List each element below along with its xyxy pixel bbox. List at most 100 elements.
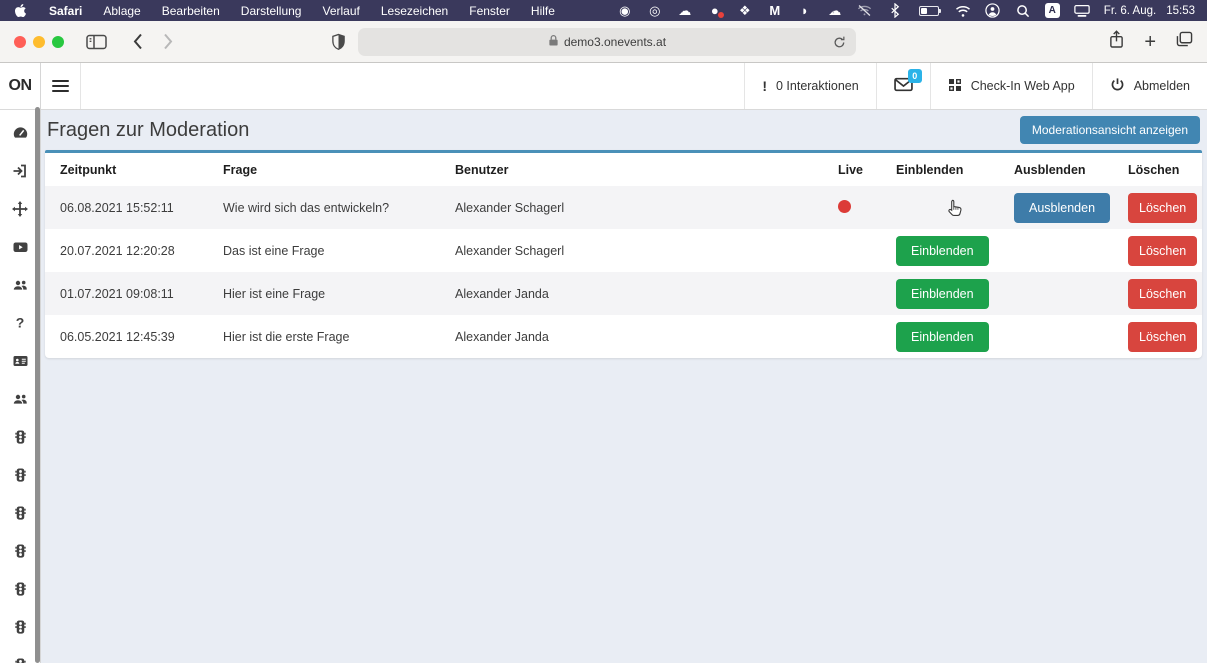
help-icon[interactable]: ? xyxy=(12,314,29,331)
loeschen-button[interactable]: Löschen xyxy=(1128,278,1198,309)
id-card-icon[interactable] xyxy=(12,352,29,369)
user-account-icon[interactable] xyxy=(985,3,1001,19)
sidebar-scrollbar[interactable] xyxy=(35,107,40,663)
power-icon xyxy=(1110,77,1125,95)
col-zeitpunkt: Zeitpunkt xyxy=(60,163,117,177)
ausblenden-button[interactable]: Ausblenden xyxy=(1014,192,1111,223)
wifi-icon[interactable] xyxy=(955,3,971,19)
apple-icon[interactable] xyxy=(12,3,28,19)
users-group-icon[interactable] xyxy=(12,390,29,407)
toolbar-right-icons: + xyxy=(1109,29,1193,54)
back-button[interactable] xyxy=(133,33,143,50)
cloud-upload-icon[interactable]: ☁ ↑ xyxy=(827,3,843,19)
sidecar-display-icon[interactable] xyxy=(1074,3,1090,19)
bluetooth-icon[interactable] xyxy=(887,3,903,19)
page-content: Fragen zur Moderation Moderationsansicht… xyxy=(41,110,1207,663)
cell-benutzer: Alexander Schagerl xyxy=(455,243,565,258)
traffic-light-icon[interactable] xyxy=(12,466,29,483)
reload-icon[interactable] xyxy=(833,35,846,52)
col-loeschen: Löschen xyxy=(1128,163,1180,177)
users-icon[interactable] xyxy=(12,276,29,293)
new-tab-icon[interactable]: + xyxy=(1144,32,1156,52)
screen-record-icon[interactable]: ◉ xyxy=(617,3,633,19)
einblenden-button[interactable]: Einblenden xyxy=(896,321,989,352)
dashboard-icon[interactable] xyxy=(12,124,29,141)
dropbox-icon[interactable]: ❖ xyxy=(737,3,753,19)
live-indicator-dot xyxy=(838,199,851,213)
interactions-label: 0 Interaktionen xyxy=(776,79,859,93)
einblenden-button[interactable]: Einblenden xyxy=(896,235,989,266)
app-logo[interactable]: ON xyxy=(0,63,40,110)
app-window: ON ? ! 0 Interaktionen 0 Check-In Web Ap… xyxy=(0,63,1207,663)
close-window-button[interactable] xyxy=(14,35,26,48)
traffic-light-icon[interactable] xyxy=(12,580,29,597)
sidebar-toggle-icon[interactable] xyxy=(86,34,107,50)
loeschen-button[interactable]: Löschen xyxy=(1128,235,1198,266)
zoom-window-button[interactable] xyxy=(52,35,64,48)
menu-darstellung[interactable]: Darstellung xyxy=(241,4,302,18)
mullvad-icon[interactable]: M xyxy=(767,3,783,19)
cell-live-empty xyxy=(830,229,888,272)
logout-label: Abmelden xyxy=(1133,79,1190,93)
app-red-badge-icon[interactable]: ● xyxy=(707,3,724,19)
loeschen-button[interactable]: Löschen xyxy=(1128,321,1198,352)
menu-lesezeichen[interactable]: Lesezeichen xyxy=(381,4,448,18)
sign-in-icon[interactable] xyxy=(12,162,29,179)
checkin-label: Check-In Web App xyxy=(970,79,1075,93)
wifi-slash-icon[interactable] xyxy=(857,3,873,19)
cell-zeitpunkt: 01.07.2021 09:08:11 xyxy=(60,286,174,301)
menu-hilfe[interactable]: Hilfe xyxy=(531,4,555,18)
spotlight-search-icon[interactable] xyxy=(1015,3,1031,19)
page-head: Fragen zur Moderation Moderationsansicht… xyxy=(45,110,1202,150)
cell-frage: Hier ist eine Frage xyxy=(223,286,326,301)
mail-item[interactable]: 0 xyxy=(875,63,930,109)
evernote-icon[interactable]: ◗ xyxy=(797,3,813,19)
activity-monitor-icon[interactable]: ◎ xyxy=(647,3,663,19)
menubar-status-area: ◉ ◎ ☁ ● ❖ M ◗ ☁ ↑ A Fr. 6. Aug. 15:53 xyxy=(617,3,1195,19)
share-icon[interactable] xyxy=(1109,29,1124,54)
col-benutzer: Benutzer xyxy=(455,163,509,177)
hamburger-icon xyxy=(52,77,69,95)
menu-safari[interactable]: Safari xyxy=(49,4,82,18)
tab-overview-icon[interactable] xyxy=(1176,31,1193,52)
traffic-light-icon[interactable] xyxy=(12,504,29,521)
moderation-view-button[interactable]: Moderationsansicht anzeigen xyxy=(1019,116,1200,144)
menu-toggle-button[interactable] xyxy=(41,63,81,109)
checkin-web-app-item[interactable]: Check-In Web App xyxy=(929,63,1092,109)
forward-button[interactable] xyxy=(163,33,173,50)
menu-verlauf[interactable]: Verlauf xyxy=(322,4,359,18)
table-row: 20.07.2021 12:20:28 Das ist eine Frage A… xyxy=(45,229,1202,272)
address-bar[interactable]: demo3.onevents.at xyxy=(358,28,856,56)
menu-fenster[interactable]: Fenster xyxy=(469,4,510,18)
url-text: demo3.onevents.at xyxy=(563,35,667,49)
traffic-light-icon[interactable] xyxy=(12,542,29,559)
minimize-window-button[interactable] xyxy=(33,35,45,48)
cell-benutzer: Alexander Schagerl xyxy=(455,200,565,215)
cell-zeitpunkt: 06.08.2021 15:52:11 xyxy=(60,200,174,215)
cell-frage: Wie wird sich das entwickeln? xyxy=(223,200,390,215)
move-arrows-icon[interactable] xyxy=(12,200,29,217)
loeschen-button[interactable]: Löschen xyxy=(1128,192,1198,223)
questions-table: Zeitpunkt Frage Benutzer Live Einblenden… xyxy=(45,153,1202,358)
input-source-icon[interactable]: A xyxy=(1044,3,1060,18)
col-live: Live xyxy=(838,163,864,177)
screen: Safari Ablage Bearbeiten Darstellung Ver… xyxy=(0,0,1207,663)
einblenden-button[interactable]: Einblenden xyxy=(896,278,989,309)
cloud-icon[interactable]: ☁ xyxy=(677,3,693,19)
video-icon[interactable] xyxy=(12,238,29,255)
traffic-light-icon[interactable] xyxy=(12,656,29,663)
menu-bearbeiten[interactable]: Bearbeiten xyxy=(162,4,220,18)
qr-grid-icon xyxy=(948,78,962,95)
menubar-clock[interactable]: Fr. 6. Aug. 15:53 xyxy=(1104,5,1195,17)
privacy-shield-icon[interactable] xyxy=(331,33,346,56)
logout-item[interactable]: Abmelden xyxy=(1091,63,1207,109)
interactions-item[interactable]: ! 0 Interaktionen xyxy=(744,63,875,109)
battery-icon[interactable] xyxy=(917,3,941,19)
traffic-light-icon[interactable] xyxy=(12,618,29,635)
menu-ablage[interactable]: Ablage xyxy=(103,4,140,18)
table-row: 06.08.2021 15:52:11 Wie wird sich das en… xyxy=(45,186,1202,229)
cell-zeitpunkt: 20.07.2021 12:20:28 xyxy=(60,243,175,258)
menubar-time: 15:53 xyxy=(1166,4,1195,17)
cell-benutzer: Alexander Janda xyxy=(455,286,549,301)
traffic-light-icon[interactable] xyxy=(12,428,29,445)
